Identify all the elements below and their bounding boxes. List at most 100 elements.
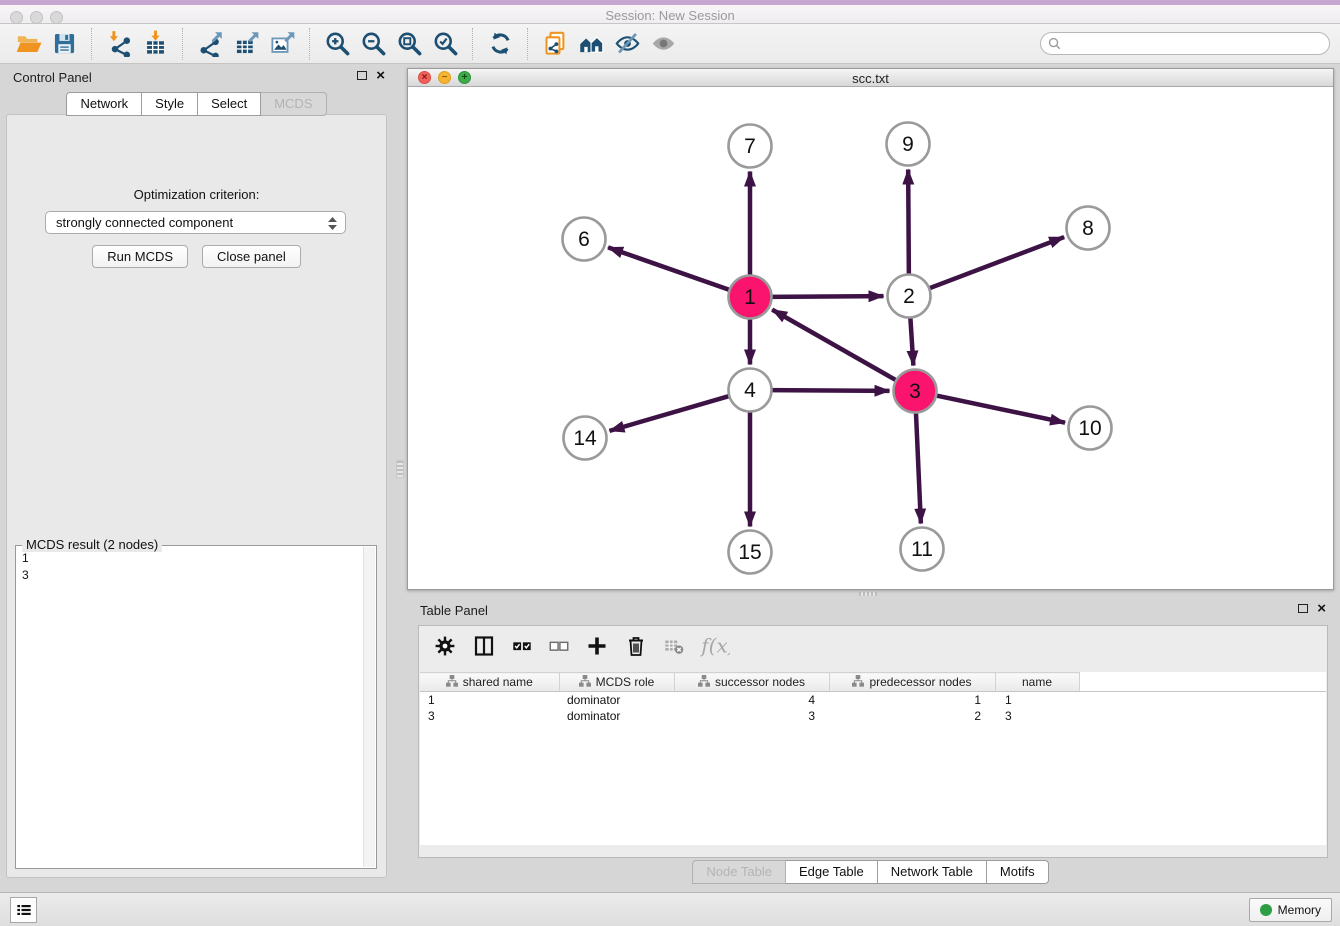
- node-11[interactable]: 11: [901, 528, 944, 571]
- search-icon: [1047, 36, 1063, 57]
- float-panel-icon[interactable]: [1298, 604, 1308, 613]
- node-8[interactable]: 8: [1067, 207, 1110, 250]
- node-6[interactable]: 6: [563, 218, 606, 261]
- cell-successor-nodes[interactable]: 3: [674, 708, 829, 724]
- import-network-button[interactable]: [101, 27, 137, 61]
- settings-button[interactable]: [433, 634, 457, 658]
- tab-network[interactable]: Network: [66, 92, 142, 116]
- import-table-button[interactable]: [137, 27, 173, 61]
- column-header-name[interactable]: name: [995, 673, 1079, 692]
- select-all-button[interactable]: [511, 635, 533, 657]
- node-14[interactable]: 14: [564, 417, 607, 460]
- export-network-button[interactable]: [192, 27, 228, 61]
- splitter-grip[interactable]: [859, 592, 877, 596]
- tab-network-table[interactable]: Network Table: [878, 860, 987, 884]
- vertical-splitter[interactable]: [393, 64, 407, 886]
- edge-1-6[interactable]: [608, 247, 732, 290]
- close-panel-icon[interactable]: ×: [376, 69, 385, 82]
- table-row[interactable]: 1dominator411: [420, 692, 1326, 708]
- column-visibility-button[interactable]: [472, 634, 496, 658]
- node-table: shared nameMCDS rolesuccessor nodesprede…: [420, 672, 1326, 845]
- edge-3-10[interactable]: [934, 395, 1065, 423]
- duplicate-network-button[interactable]: [537, 27, 573, 61]
- network-canvas[interactable]: 1 2 3 4 6 7 8 9 10 11 14 15: [408, 87, 1333, 589]
- network-graph[interactable]: 1 2 3 4 6 7 8 9 10 11 14 15: [408, 87, 1333, 589]
- optimization-criterion-select[interactable]: strongly connected component: [45, 211, 346, 234]
- open-session-button[interactable]: [10, 27, 46, 61]
- column-header-successor-nodes[interactable]: successor nodes: [674, 673, 829, 692]
- edge-2-3[interactable]: [910, 315, 913, 365]
- search-input[interactable]: [1040, 32, 1330, 55]
- zoom-selected-button[interactable]: [427, 27, 463, 61]
- close-panel-button[interactable]: Close panel: [202, 245, 301, 268]
- node-3[interactable]: 3: [894, 370, 937, 413]
- edge-3-1[interactable]: [772, 310, 898, 382]
- zoom-in-button[interactable]: [319, 27, 355, 61]
- hide-details-button[interactable]: [609, 27, 645, 61]
- node-label: 7: [744, 135, 756, 158]
- column-header-MCDS-role[interactable]: MCDS role: [559, 673, 674, 692]
- cell-name[interactable]: 1: [995, 692, 1079, 708]
- birdseye-view-button[interactable]: [645, 27, 681, 61]
- toolbar-separator: [309, 28, 310, 60]
- cell-predecessor-nodes[interactable]: 2: [829, 708, 995, 724]
- refresh-view-button[interactable]: [482, 27, 518, 61]
- edge-4-3[interactable]: [769, 390, 889, 391]
- column-header-shared-name[interactable]: shared name: [420, 673, 559, 692]
- window-title: Session: New Session: [0, 8, 1340, 23]
- splitter-grip[interactable]: [396, 460, 404, 478]
- table-row[interactable]: 3dominator323: [420, 708, 1326, 724]
- status-bar: Memory: [0, 892, 1340, 926]
- close-panel-icon[interactable]: ×: [1317, 602, 1326, 615]
- edge-2-8[interactable]: [927, 237, 1064, 289]
- deselect-all-button[interactable]: [548, 635, 570, 657]
- zoom-fit-button[interactable]: [391, 27, 427, 61]
- node-label: 1: [744, 286, 756, 309]
- column-header-predecessor-nodes[interactable]: predecessor nodes: [829, 673, 995, 692]
- function-builder-button: f(x): [700, 631, 730, 661]
- edge-4-14[interactable]: [609, 395, 731, 430]
- node-15[interactable]: 15: [729, 531, 772, 574]
- cell-shared-name[interactable]: 3: [420, 708, 559, 724]
- task-history-button[interactable]: [10, 897, 37, 923]
- edge-3-11[interactable]: [916, 410, 921, 523]
- mcds-result-group: MCDS result (2 nodes) 13: [15, 545, 377, 869]
- node-10[interactable]: 10: [1069, 407, 1112, 450]
- mcds-result-list[interactable]: 13: [22, 550, 362, 866]
- horizontal-splitter[interactable]: [407, 590, 1340, 597]
- first-neighbors-button[interactable]: [573, 27, 609, 61]
- tab-motifs[interactable]: Motifs: [987, 860, 1049, 884]
- cell-successor-nodes[interactable]: 4: [674, 692, 829, 708]
- node-1[interactable]: 1: [729, 276, 772, 319]
- delete-row-button[interactable]: [624, 634, 648, 658]
- tab-style[interactable]: Style: [142, 92, 198, 116]
- edge-1-2[interactable]: [769, 296, 883, 297]
- cell-name[interactable]: 3: [995, 708, 1079, 724]
- cell-shared-name[interactable]: 1: [420, 692, 559, 708]
- tab-node-table[interactable]: Node Table: [692, 860, 786, 884]
- edge-2-9[interactable]: [908, 169, 909, 276]
- node-4[interactable]: 4: [729, 369, 772, 412]
- node-9[interactable]: 9: [887, 123, 930, 166]
- node-label: 10: [1078, 417, 1101, 440]
- save-session-button[interactable]: [46, 27, 82, 61]
- result-scrollbar[interactable]: [363, 547, 375, 867]
- node-2[interactable]: 2: [888, 275, 931, 318]
- tab-select[interactable]: Select: [198, 92, 261, 116]
- memory-button[interactable]: Memory: [1249, 898, 1332, 922]
- export-image-button[interactable]: [264, 27, 300, 61]
- node-7[interactable]: 7: [729, 125, 772, 168]
- tab-edge-table[interactable]: Edge Table: [786, 860, 878, 884]
- tab-mcds[interactable]: MCDS: [261, 92, 326, 116]
- add-row-button[interactable]: [585, 634, 609, 658]
- cell-predecessor-nodes[interactable]: 1: [829, 692, 995, 708]
- node-label: 4: [744, 379, 756, 402]
- memory-status-icon: [1260, 904, 1272, 916]
- cell-MCDS-role[interactable]: dominator: [559, 692, 674, 708]
- float-panel-icon[interactable]: [357, 71, 367, 80]
- cell-MCDS-role[interactable]: dominator: [559, 708, 674, 724]
- zoom-out-button[interactable]: [355, 27, 391, 61]
- export-table-button[interactable]: [228, 27, 264, 61]
- mcds-tab-content: Optimization criterion: strongly connect…: [6, 114, 387, 878]
- run-mcds-button[interactable]: Run MCDS: [92, 245, 188, 268]
